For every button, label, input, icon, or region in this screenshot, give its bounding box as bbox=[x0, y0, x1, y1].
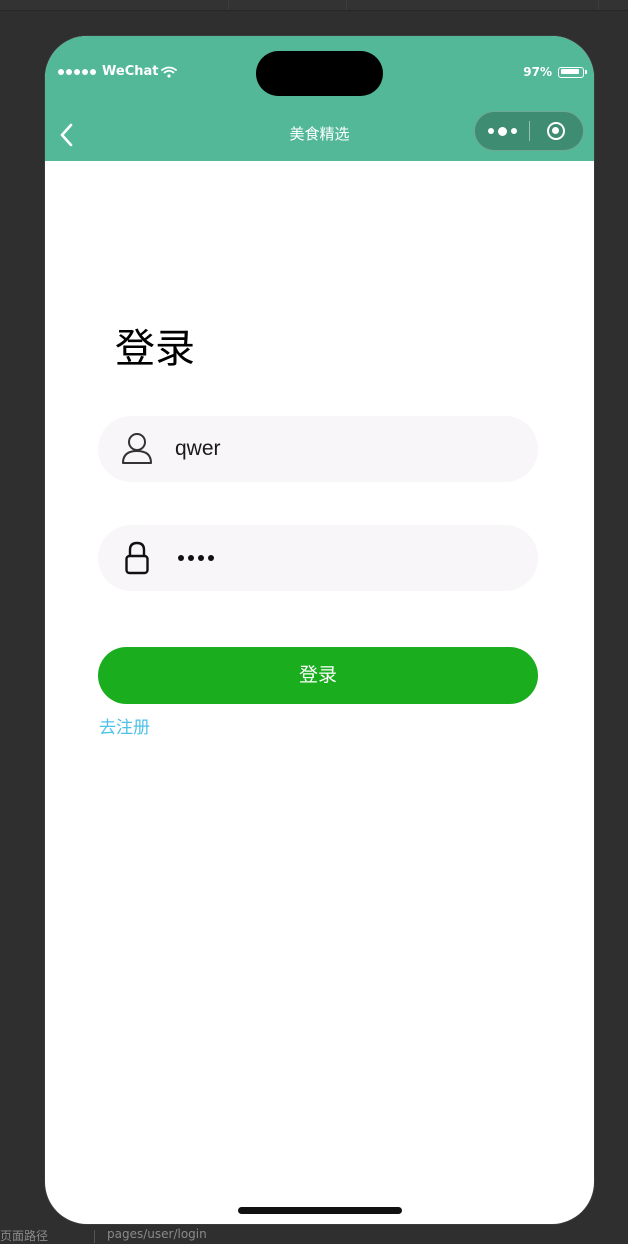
app-header: WeChat 97% 美食精选 bbox=[45, 36, 594, 161]
status-bar-right: 97% bbox=[523, 65, 587, 79]
carrier-label: WeChat bbox=[102, 64, 159, 79]
close-mini-program-button[interactable] bbox=[530, 112, 583, 150]
ide-top-toolbar bbox=[0, 0, 628, 11]
login-heading: 登录 bbox=[115, 326, 195, 372]
footer-divider bbox=[94, 1230, 95, 1243]
login-button[interactable]: 登录 bbox=[98, 647, 538, 704]
lock-icon bbox=[125, 541, 149, 575]
ide-status-bar: 页面路径 pages/user/login bbox=[0, 1227, 628, 1243]
username-field[interactable]: qwer bbox=[98, 416, 538, 482]
page-path-value[interactable]: pages/user/login bbox=[107, 1227, 207, 1241]
target-circle-icon bbox=[547, 122, 566, 140]
page-path-label: 页面路径 bbox=[0, 1229, 49, 1243]
password-field[interactable] bbox=[98, 525, 538, 591]
username-value: qwer bbox=[175, 437, 221, 460]
battery-icon bbox=[558, 66, 587, 78]
mini-program-capsule bbox=[474, 111, 584, 151]
battery-percent: 97% bbox=[523, 65, 552, 79]
password-mask bbox=[178, 548, 214, 568]
status-bar-left: WeChat bbox=[58, 64, 178, 79]
home-indicator[interactable] bbox=[238, 1207, 402, 1214]
phone-simulator: WeChat 97% 美食精选 登录 qwer 登录 去注册 bbox=[45, 36, 594, 1224]
dynamic-island bbox=[256, 51, 383, 96]
more-menu-button[interactable] bbox=[475, 112, 529, 150]
signal-strength-icon bbox=[58, 68, 96, 75]
wifi-icon bbox=[161, 66, 178, 78]
register-link[interactable]: 去注册 bbox=[99, 713, 150, 738]
user-icon bbox=[122, 433, 152, 464]
